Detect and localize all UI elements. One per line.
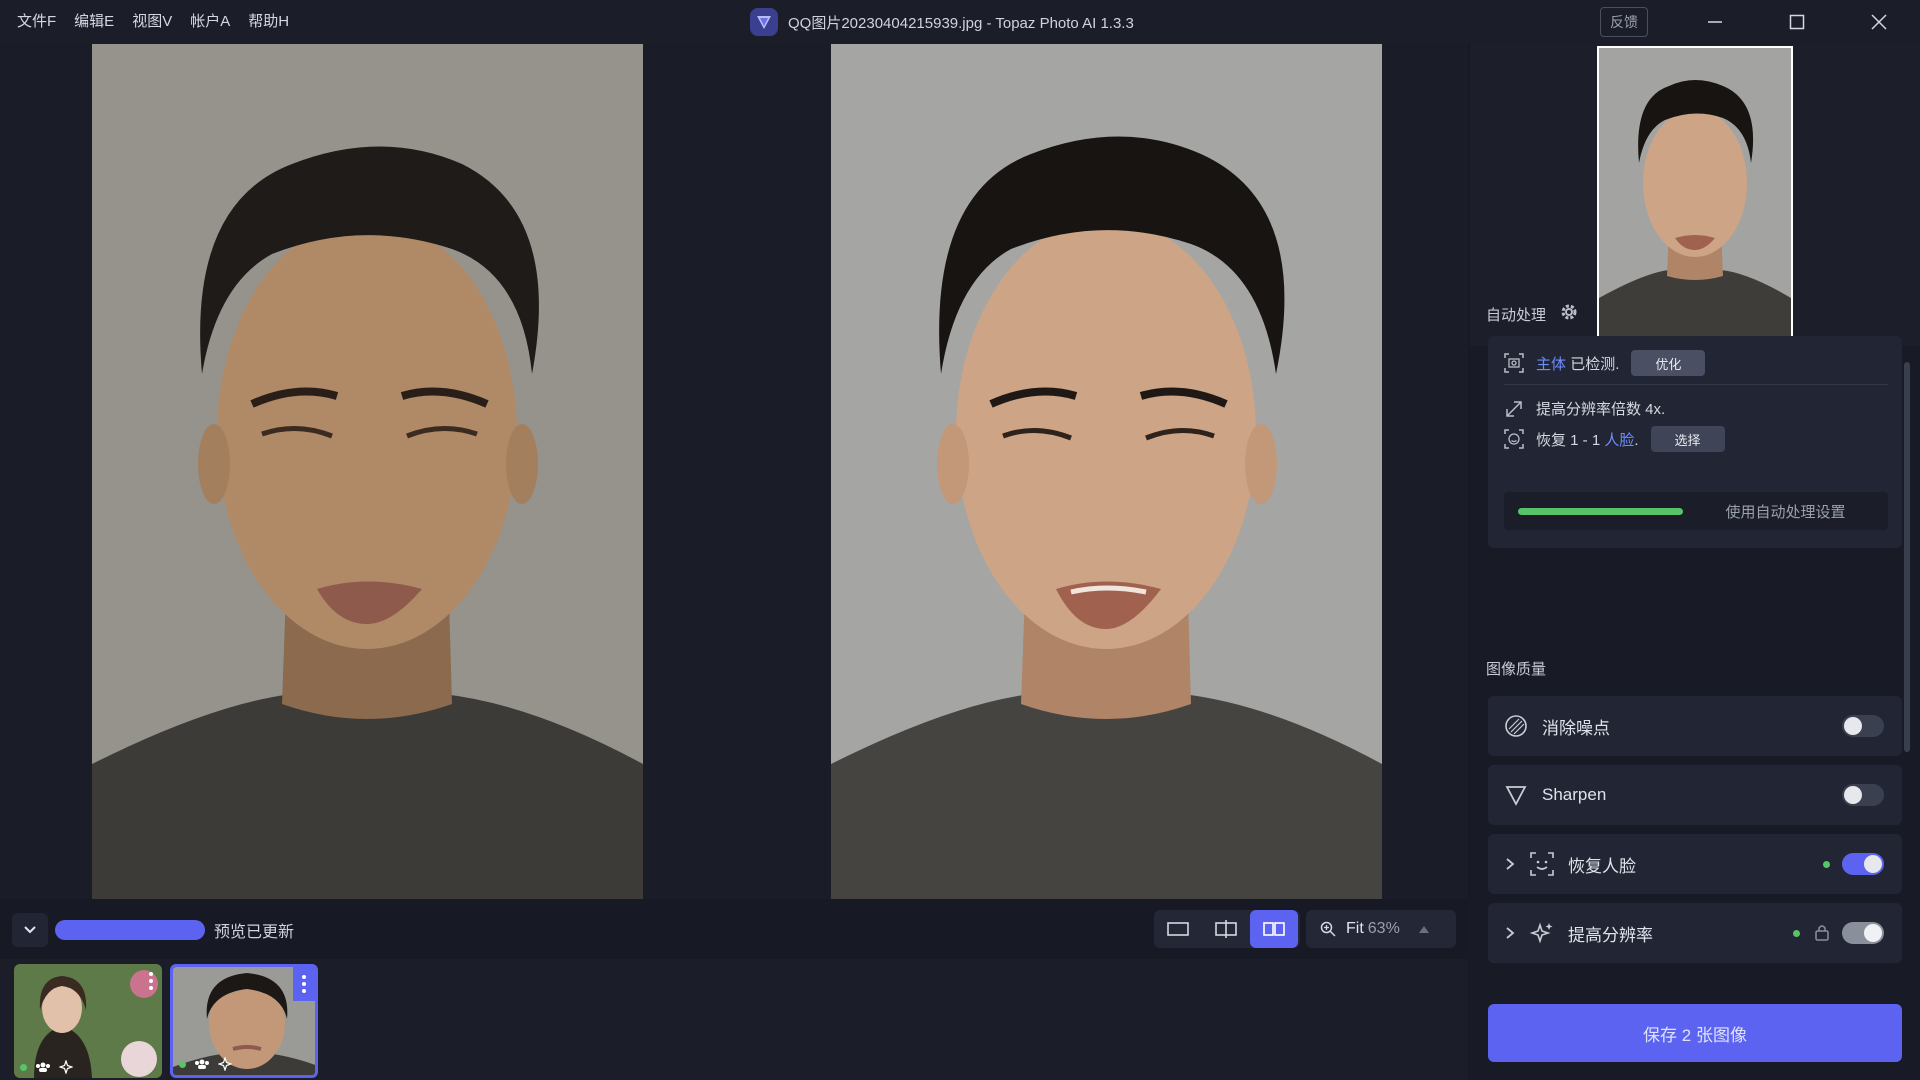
minimize-icon xyxy=(1708,21,1722,23)
zoom-control[interactable]: Fit 63% xyxy=(1306,910,1456,948)
maximize-button[interactable] xyxy=(1756,0,1838,44)
close-icon xyxy=(1871,14,1887,30)
restore-suffix-text: . xyxy=(1634,431,1639,449)
sparkle-icon xyxy=(218,1057,232,1071)
caret-up-icon[interactable] xyxy=(1418,924,1430,934)
sharpen-icon xyxy=(1502,781,1530,809)
window-controls: 反馈 xyxy=(1600,0,1920,44)
menu-bar: 文件F 编辑E 视图V 帐户A 帮助H xyxy=(8,0,298,44)
sharpen-toggle[interactable] xyxy=(1842,784,1884,806)
navigator-preview xyxy=(1470,44,1920,346)
sparkle-icon xyxy=(59,1060,73,1074)
save-images-button[interactable]: 保存 2 张图像 xyxy=(1488,1004,1902,1062)
divider xyxy=(1504,384,1888,385)
image-viewer[interactable] xyxy=(0,44,1468,899)
close-button[interactable] xyxy=(1838,0,1920,44)
thumbnail-badges xyxy=(179,1057,232,1071)
zoom-icon xyxy=(1320,921,1336,937)
optimize-button[interactable]: 优化 xyxy=(1631,350,1706,376)
preview-status-text: 预览已更新 xyxy=(214,924,295,941)
face-link[interactable]: 人脸 xyxy=(1604,432,1634,449)
quality-section-title: 图像质量 xyxy=(1486,661,1547,678)
upscale-status-dot xyxy=(1793,930,1800,937)
thumbnail-2-selected[interactable] xyxy=(170,964,318,1078)
sharpen-label: Sharpen xyxy=(1542,785,1607,804)
recover-face-icon xyxy=(1528,850,1556,878)
auto-section-title: 自动处理 xyxy=(1486,307,1547,324)
recover-face-card[interactable]: 恢复人脸 xyxy=(1488,834,1902,894)
people-icon xyxy=(36,1062,50,1072)
menu-view[interactable]: 视图V xyxy=(123,0,181,44)
lock-icon[interactable] xyxy=(1814,923,1830,941)
restore-prefix-text: 恢复 1 - 1 xyxy=(1536,431,1601,449)
viewer-toolbar: 预览已更新 Fit 63% xyxy=(0,899,1468,959)
split-view-button[interactable] xyxy=(1202,910,1250,948)
maximize-icon xyxy=(1789,14,1805,30)
title-bar: 文件F 编辑E 视图V 帐户A 帮助H QQ图片20230404215939.j… xyxy=(0,0,1920,44)
filmstrip xyxy=(0,959,1468,1080)
denoise-label: 消除噪点 xyxy=(1542,718,1610,738)
denoise-card[interactable]: 消除噪点 xyxy=(1488,696,1902,756)
menu-help[interactable]: 帮助H xyxy=(239,0,298,44)
panel-scrollbar[interactable] xyxy=(1904,362,1910,752)
subject-link[interactable]: 主体 xyxy=(1536,356,1566,373)
subject-row: 主体 已检测. 优化 xyxy=(1504,350,1706,376)
navigator-thumbnail[interactable] xyxy=(1597,46,1793,344)
zoom-fit-label: Fit xyxy=(1346,920,1364,937)
expand-arrows-icon xyxy=(1506,400,1522,417)
subject-detect-icon xyxy=(1504,353,1524,373)
split-view-icon xyxy=(1215,920,1237,938)
original-image xyxy=(92,44,643,899)
menu-edit[interactable]: 编辑E xyxy=(65,0,123,44)
ready-status-dot xyxy=(179,1060,186,1068)
upscale-card[interactable]: 提高分辨率 xyxy=(1488,903,1902,963)
restore-face-row: 恢复 1 - 1 人脸. 选择 xyxy=(1504,426,1725,452)
chevron-right-icon[interactable] xyxy=(1502,926,1518,940)
thumbnail-1[interactable] xyxy=(14,964,162,1078)
upscale-sparkle-icon xyxy=(1528,919,1556,947)
side-by-side-view-button[interactable] xyxy=(1250,910,1298,948)
side-by-side-icon xyxy=(1263,922,1285,936)
thumbnail-badges xyxy=(20,1060,73,1074)
auto-status-dot xyxy=(1518,507,1683,515)
window-title: QQ图片20230404215939.jpg - Topaz Photo AI … xyxy=(788,14,1134,32)
upscale-toggle[interactable] xyxy=(1842,922,1884,944)
single-view-button[interactable] xyxy=(1154,910,1202,948)
menu-account[interactable]: 帐户A xyxy=(181,0,239,44)
gear-icon[interactable] xyxy=(1560,303,1578,321)
denoise-icon xyxy=(1502,712,1530,740)
thumbnail-menu-button[interactable] xyxy=(293,967,315,1001)
enhanced-image xyxy=(831,44,1382,899)
upscale-info-row: 提高分辨率倍数 4x. xyxy=(1504,398,1665,419)
zoom-percent: 63% xyxy=(1367,920,1400,937)
recover-face-toggle[interactable] xyxy=(1842,853,1884,875)
upscale-info-text: 提高分辨率倍数 4x. xyxy=(1536,401,1666,418)
auto-processing-card: 主体 已检测. 优化 提高分辨率倍数 4x. 恢复 1 - 1 人脸. 选择 使… xyxy=(1488,336,1902,548)
recover-face-label: 恢复人脸 xyxy=(1568,856,1636,876)
sharpen-card[interactable]: Sharpen xyxy=(1488,765,1902,825)
use-auto-settings-button[interactable]: 使用自动处理设置 xyxy=(1504,492,1888,530)
recover-face-status-dot xyxy=(1823,861,1830,868)
ready-status-dot xyxy=(20,1063,27,1071)
chevron-down-icon xyxy=(24,926,36,934)
chevron-right-icon[interactable] xyxy=(1502,857,1518,871)
use-auto-settings-label: 使用自动处理设置 xyxy=(1725,503,1846,521)
view-mode-switcher xyxy=(1154,910,1300,948)
face-detect-icon xyxy=(1504,429,1524,449)
people-icon xyxy=(195,1059,209,1069)
thumbnail-menu-button[interactable] xyxy=(140,964,162,998)
collapse-filmstrip-button[interactable] xyxy=(12,913,48,947)
feedback-button[interactable]: 反馈 xyxy=(1600,7,1648,37)
topaz-logo-icon xyxy=(750,8,778,36)
single-view-icon xyxy=(1167,922,1189,936)
menu-file[interactable]: 文件F xyxy=(8,0,65,44)
denoise-toggle[interactable] xyxy=(1842,715,1884,737)
settings-panel: 自动处理 主体 已检测. 优化 提高分辨率倍数 4x. 恢复 1 - 1 人脸.… xyxy=(1470,44,1920,1080)
window-title-area: QQ图片20230404215939.jpg - Topaz Photo AI … xyxy=(750,0,1134,44)
preview-progress-bar xyxy=(55,920,205,940)
select-face-button[interactable]: 选择 xyxy=(1650,426,1725,452)
minimize-button[interactable] xyxy=(1674,0,1756,44)
upscale-label: 提高分辨率 xyxy=(1568,925,1653,945)
subject-detected-text: 已检测. xyxy=(1570,355,1620,373)
